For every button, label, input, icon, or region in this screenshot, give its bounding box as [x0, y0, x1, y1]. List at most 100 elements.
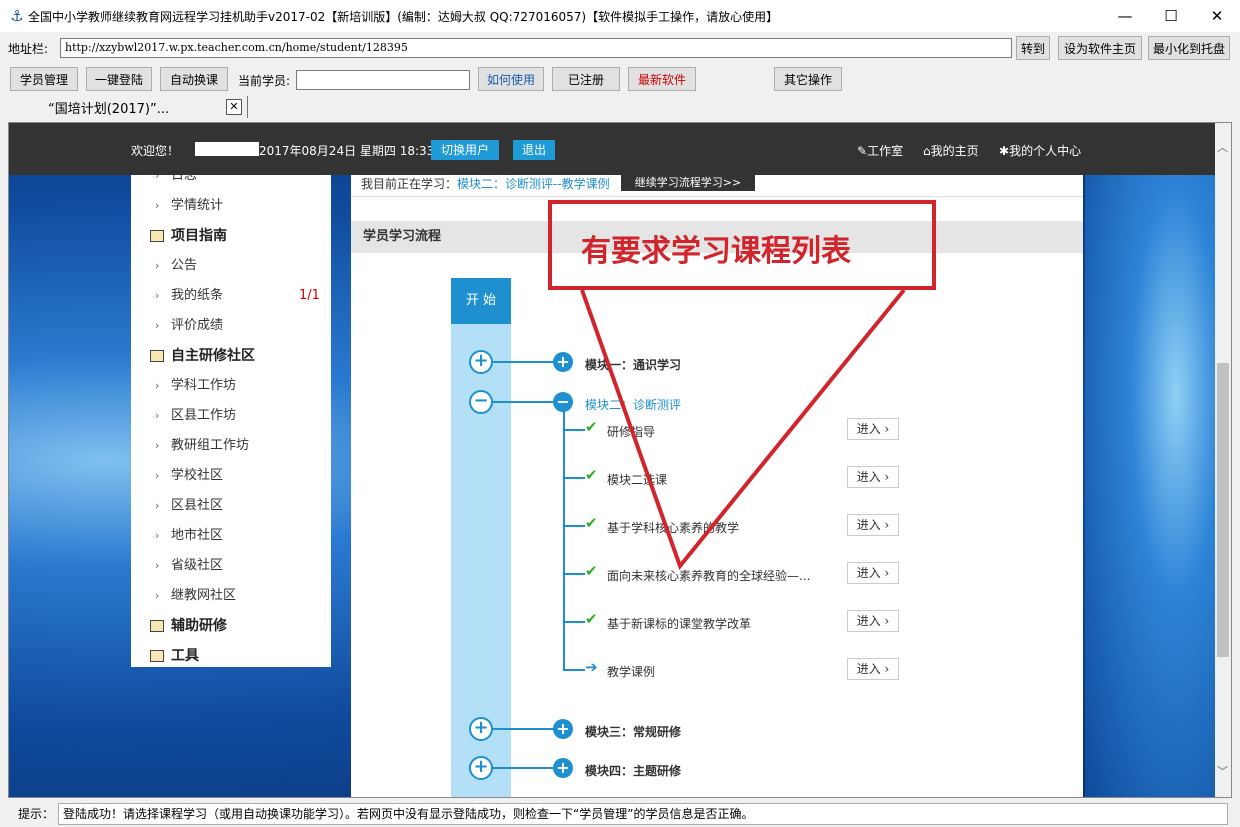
start-label: 开 始: [451, 278, 511, 324]
item-label[interactable]: 模块二选课: [607, 471, 667, 488]
expand-icon[interactable]: +: [469, 717, 493, 741]
item-label[interactable]: 教学课例: [607, 663, 655, 680]
nav-my-home[interactable]: ⌂我的主页: [923, 142, 979, 159]
status-label: 提示：: [18, 807, 55, 821]
module-2-label[interactable]: 模块二：诊断测评: [585, 396, 681, 413]
gear-icon: ✱: [999, 144, 1010, 158]
address-input[interactable]: http://xzybwl2017.w.px.teacher.com.cn/ho…: [60, 38, 1012, 58]
sidebar-item-county-ws[interactable]: › 区县工作坊: [131, 401, 331, 431]
connector: [563, 429, 585, 431]
scroll-up-icon[interactable]: ︿: [1217, 139, 1228, 155]
studying-label: 我目前正在学习：: [361, 177, 458, 191]
status-bar: 提示： 登陆成功！请选择课程学习（或用自动换课功能学习）。若网页中没有显示登陆成…: [0, 800, 1240, 827]
connector: [493, 361, 555, 363]
module-4-label[interactable]: 模块四：主题研修: [585, 762, 681, 779]
sidebar-item-notes[interactable]: › 我的纸条 1/1: [131, 281, 331, 311]
enter-button[interactable]: 进入 ›: [847, 610, 899, 632]
nav-personal-center[interactable]: ✱我的个人中心: [999, 142, 1081, 159]
plus-icon[interactable]: +: [553, 352, 573, 372]
edit-icon: ✎: [857, 144, 868, 158]
redacted-username: [195, 142, 259, 156]
collapse-icon[interactable]: −: [469, 390, 493, 414]
window-title: 全国中小学教师继续教育网远程学习挂机助手v2017-02【新培训版】(编制：达姆…: [28, 9, 779, 24]
set-home-button[interactable]: 设为软件主页: [1058, 36, 1142, 60]
sidebar-head-assist[interactable]: 辅助研修: [131, 611, 331, 641]
latest-software-button[interactable]: 最新软件: [628, 67, 696, 91]
sidebar-item-stats[interactable]: › 学情统计: [131, 191, 331, 221]
plus-icon[interactable]: +: [553, 758, 573, 778]
sidebar-item-jjw[interactable]: › 继教网社区: [131, 581, 331, 611]
anchor-icon: ⚓: [10, 7, 24, 25]
sidebar-item-city[interactable]: › 地市社区: [131, 521, 331, 551]
studying-link[interactable]: 模块二：诊断测评--教学课例: [457, 175, 610, 192]
scrollbar[interactable]: ︿ ﹀: [1215, 123, 1231, 797]
chevron-right-icon: ›: [155, 559, 160, 572]
connector: [563, 477, 585, 479]
nav-studio[interactable]: ✎工作室: [857, 142, 903, 159]
maximize-button[interactable]: ☐: [1148, 0, 1194, 32]
sidebar-head-tools[interactable]: 工具: [131, 641, 331, 667]
chevron-right-icon: ›: [155, 199, 160, 212]
minimize-button[interactable]: —: [1102, 0, 1148, 32]
auto-switch-button[interactable]: 自动换课: [160, 67, 228, 91]
folder-icon: [150, 650, 164, 662]
enter-button[interactable]: 进入 ›: [847, 466, 899, 488]
check-icon: ✔: [585, 418, 598, 436]
address-label: 地址栏:: [8, 41, 49, 56]
minus-icon[interactable]: −: [553, 392, 573, 412]
one-click-login-button[interactable]: 一键登陆: [86, 67, 152, 91]
sidebar-item-school[interactable]: › 学校社区: [131, 461, 331, 491]
enter-button[interactable]: 进入 ›: [847, 418, 899, 440]
arrow-right-icon: ➔: [585, 658, 598, 676]
sidebar-item-subject-ws[interactable]: › 学科工作坊: [131, 371, 331, 401]
item-label[interactable]: 基于新课标的课堂教学改革: [607, 615, 751, 632]
current-student-field[interactable]: [296, 70, 470, 90]
current-study-bar: 我目前正在学习： 模块二：诊断测评--教学课例 继续学习流程学习>>: [351, 175, 1083, 197]
logout-button[interactable]: 退出: [513, 140, 555, 160]
registered-button[interactable]: 已注册: [552, 67, 620, 91]
minimize-tray-button[interactable]: 最小化到托盘: [1148, 36, 1230, 60]
item-label[interactable]: 研修指导: [607, 423, 655, 440]
module-3-label[interactable]: 模块三：常规研修: [585, 723, 681, 740]
close-button[interactable]: ✕: [1194, 0, 1240, 32]
chevron-right-icon: ›: [155, 529, 160, 542]
how-to-use-button[interactable]: 如何使用: [478, 67, 544, 91]
chevron-right-icon: ›: [155, 589, 160, 602]
page-background-right: [1085, 123, 1215, 797]
connector: [563, 669, 585, 671]
continue-button[interactable]: 继续学习流程学习>>: [621, 175, 755, 191]
sidebar-head-community[interactable]: 自主研修社区: [131, 341, 331, 371]
enter-button[interactable]: 进入 ›: [847, 514, 899, 536]
notes-count-badge: 1/1: [299, 288, 320, 303]
sidebar-item-log[interactable]: › 日志: [131, 175, 331, 191]
chevron-right-icon: ›: [155, 289, 160, 302]
enter-button[interactable]: 进入 ›: [847, 562, 899, 584]
scroll-down-icon[interactable]: ﹀: [1217, 763, 1228, 779]
sidebar-item-county[interactable]: › 区县社区: [131, 491, 331, 521]
status-message: 登陆成功！请选择课程学习（或用自动换课功能学习）。若网页中没有显示登陆成功，则检…: [58, 802, 1228, 825]
go-button[interactable]: 转到: [1016, 36, 1050, 60]
sidebar-item-grades[interactable]: › 评价成绩: [131, 311, 331, 341]
student-mgmt-button[interactable]: 学员管理: [10, 67, 78, 91]
module-1-label[interactable]: 模块一：通识学习: [585, 356, 681, 373]
tab-close-button[interactable]: ✕: [226, 99, 242, 115]
plus-icon[interactable]: +: [553, 719, 573, 739]
sidebar-head-guide[interactable]: 项目指南: [131, 221, 331, 251]
switch-user-button[interactable]: 切换用户: [431, 140, 499, 160]
other-ops-button[interactable]: 其它操作: [774, 67, 842, 91]
tab-separator: [247, 96, 248, 118]
scroll-thumb[interactable]: [1217, 363, 1229, 657]
expand-icon[interactable]: +: [469, 756, 493, 780]
enter-button[interactable]: 进入 ›: [847, 658, 899, 680]
window-controls: — ☐ ✕: [1102, 0, 1240, 32]
sidebar-item-group-ws[interactable]: › 教研组工作坊: [131, 431, 331, 461]
tab-main[interactable]: “国培计划(2017)”...: [48, 98, 169, 117]
annotation-text: 有要求学习课程列表: [581, 234, 851, 269]
item-label[interactable]: 基于学科核心素养的教学: [607, 519, 739, 536]
address-bar: 地址栏: http://xzybwl2017.w.px.teacher.com.…: [0, 34, 1240, 62]
folder-icon: [150, 620, 164, 632]
sidebar-item-province[interactable]: › 省级社区: [131, 551, 331, 581]
item-label[interactable]: 面向未来核心素养教育的全球经验—...: [607, 567, 810, 584]
sidebar-item-notice[interactable]: › 公告: [131, 251, 331, 281]
expand-icon[interactable]: +: [469, 350, 493, 374]
